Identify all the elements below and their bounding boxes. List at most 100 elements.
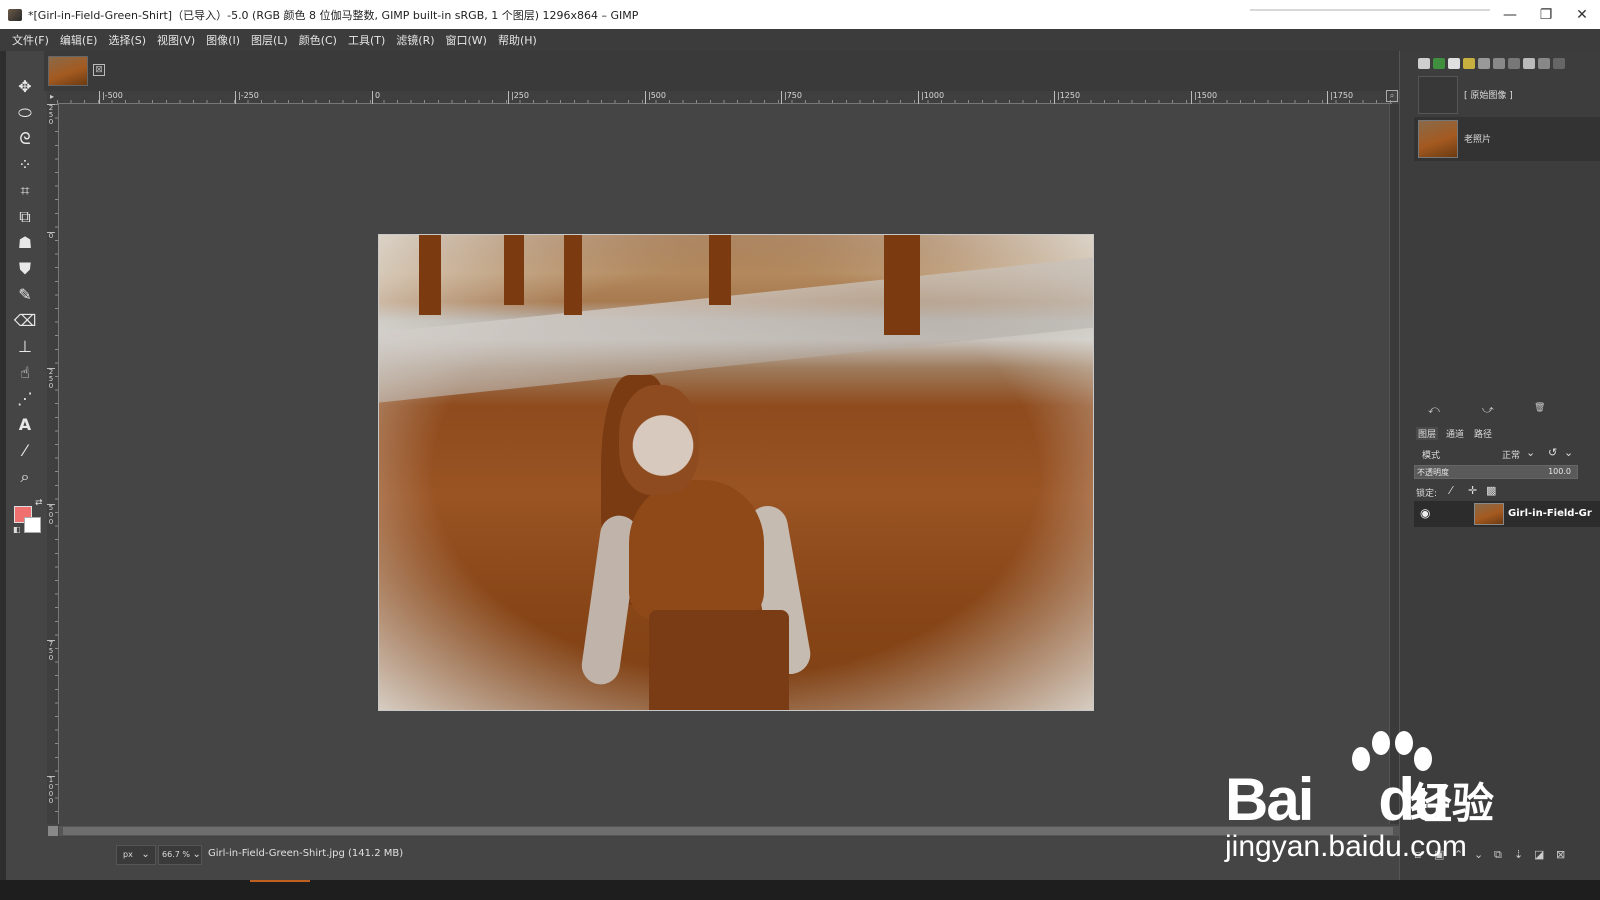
tab-layers[interactable]: 图层 bbox=[1416, 426, 1439, 440]
vertical-scrollbar[interactable] bbox=[1389, 104, 1399, 824]
chevron-down-icon[interactable]: ⌄ bbox=[1526, 446, 1535, 459]
ellipse-select-tool-icon[interactable]: ⬭ bbox=[12, 102, 38, 124]
brushes-tab-icon[interactable] bbox=[1433, 57, 1445, 69]
close-button[interactable]: ✕ bbox=[1564, 7, 1600, 23]
smudge-tool-icon[interactable]: ☝ bbox=[12, 362, 38, 384]
status-file-info: Girl-in-Field-Green-Shirt.jpg (141.2 MB) bbox=[208, 848, 404, 859]
gradients-tab-icon[interactable] bbox=[1523, 57, 1535, 69]
bucket-fill-tool-icon[interactable]: ⛊ bbox=[12, 258, 38, 280]
sepia-photo-girl-in-field[interactable] bbox=[378, 234, 1094, 711]
horizontal-scrollbar-thumb[interactable] bbox=[63, 827, 1393, 835]
reset-colors-icon[interactable]: ◧ bbox=[13, 525, 21, 534]
text-tool-icon[interactable]: A bbox=[12, 414, 38, 436]
menu-filters[interactable]: 滤镜(R) bbox=[396, 32, 434, 48]
history-label: [ 原始图像 ] bbox=[1464, 91, 1513, 101]
unit-select[interactable]: px ⌄ bbox=[116, 845, 156, 865]
menu-windows[interactable]: 窗口(W) bbox=[446, 32, 487, 48]
reset-mode-icon[interactable]: ↺ bbox=[1548, 446, 1557, 459]
layer-item[interactable]: ◉ Girl-in-Field-Gr bbox=[1414, 501, 1600, 527]
opacity-slider[interactable]: 不透明度 100.0 bbox=[1414, 465, 1578, 479]
menu-file[interactable]: 文件(F) bbox=[12, 32, 49, 48]
move-tool-icon[interactable]: ✥ bbox=[12, 76, 38, 98]
chevron-down-icon[interactable]: ⌄ bbox=[1564, 446, 1573, 459]
eraser-tool-icon[interactable]: ⌫ bbox=[12, 310, 38, 332]
warp-transform-tool-icon[interactable]: ☗ bbox=[12, 232, 38, 254]
delete-layer-icon[interactable]: ⊠ bbox=[1556, 848, 1565, 861]
ruler-corner-icon[interactable]: ▸ bbox=[47, 91, 57, 104]
fonts-tab-icon[interactable] bbox=[1448, 57, 1460, 69]
photo-tree bbox=[884, 235, 920, 335]
swap-colors-icon[interactable]: ⇄ bbox=[35, 498, 43, 508]
photo-girl-jeans bbox=[649, 610, 789, 710]
paintbrush-tool-icon[interactable]: ✎ bbox=[12, 284, 38, 306]
paint-dynamics-tab-icon[interactable] bbox=[1538, 57, 1550, 69]
mode-label: 模式 bbox=[1422, 451, 1441, 461]
tab-channels[interactable]: 通道 bbox=[1444, 427, 1466, 440]
history-thumbnail bbox=[1418, 120, 1458, 158]
menu-select[interactable]: 选择(S) bbox=[108, 32, 146, 48]
dock-tab-strip bbox=[1414, 55, 1600, 71]
unit-value: px bbox=[123, 850, 133, 859]
menu-layer[interactable]: 图层(L) bbox=[251, 32, 288, 48]
clone-tool-icon[interactable]: ⊥ bbox=[12, 336, 38, 358]
images-tab-icon[interactable] bbox=[1478, 57, 1490, 69]
lock-label: 锁定: bbox=[1416, 489, 1438, 499]
tool-options-tab-icon[interactable] bbox=[1418, 57, 1430, 69]
menu-image[interactable]: 图像(I) bbox=[206, 32, 240, 48]
history-item[interactable]: 老照片 bbox=[1414, 117, 1600, 161]
ruler-tick-label: 1 0 0 0 bbox=[47, 776, 55, 805]
watermark-brand-left: Bai bbox=[1225, 766, 1314, 833]
menu-help[interactable]: 帮助(H) bbox=[498, 32, 537, 48]
mode-select[interactable]: 正常 bbox=[1502, 448, 1520, 461]
crop-tool-icon[interactable]: ⌗ bbox=[12, 180, 38, 202]
horizontal-scrollbar[interactable] bbox=[59, 826, 1399, 836]
navigate-icon[interactable]: ⌕ bbox=[1386, 90, 1398, 102]
image-tab-close-icon[interactable]: ⊠ bbox=[93, 64, 105, 76]
photo-tree bbox=[419, 235, 441, 315]
photo-girl-shirt bbox=[629, 480, 764, 620]
lock-pixels-icon[interactable]: ⁄ bbox=[1450, 484, 1452, 497]
menu-view[interactable]: 视图(V) bbox=[157, 32, 195, 48]
fuzzy-select-tool-icon[interactable]: ⁘ bbox=[12, 154, 38, 176]
quick-mask-toggle-icon[interactable] bbox=[48, 826, 58, 836]
menu-edit[interactable]: 编辑(E) bbox=[60, 32, 98, 48]
visibility-eye-icon[interactable]: ◉ bbox=[1420, 506, 1430, 520]
photo-girl-face bbox=[619, 385, 699, 495]
zoom-value: 66.7 % bbox=[162, 850, 190, 859]
ruler-tick-label: 5 0 0 bbox=[47, 504, 55, 526]
maximize-button[interactable]: ❐ bbox=[1528, 7, 1564, 23]
paths-tool-icon[interactable]: ⋰ bbox=[12, 388, 38, 410]
mask-layer-icon[interactable]: ◪ bbox=[1534, 848, 1544, 861]
image-tab-thumbnail[interactable] bbox=[48, 56, 88, 86]
clear-history-icon[interactable]: 🗑 bbox=[1534, 403, 1545, 413]
lock-position-icon[interactable]: ✛ bbox=[1468, 484, 1477, 497]
layer-name[interactable]: Girl-in-Field-Gr bbox=[1508, 508, 1600, 519]
lock-alpha-icon[interactable]: ▩ bbox=[1486, 484, 1496, 497]
device-status-tab-icon[interactable] bbox=[1493, 57, 1505, 69]
horizontal-ruler[interactable]: |-500 |-250 0 |250 |500 |750 |1000 |1250… bbox=[57, 91, 1392, 104]
menu-tools[interactable]: 工具(T) bbox=[348, 32, 385, 48]
opacity-value: 100.0 bbox=[1548, 467, 1571, 476]
patterns-tab-icon[interactable] bbox=[1463, 57, 1475, 69]
free-select-tool-icon[interactable]: ᘓ bbox=[12, 128, 38, 150]
ruler-tick-label: 2 5 0 bbox=[47, 104, 55, 126]
color-picker-tool-icon[interactable]: ⁄ bbox=[12, 440, 38, 462]
ruler-tick-label: 0 bbox=[47, 232, 55, 240]
unified-transform-tool-icon[interactable]: ⧉ bbox=[12, 206, 38, 228]
zoom-select[interactable]: 66.7 % ⌄ bbox=[158, 845, 202, 865]
background-color-swatch[interactable] bbox=[24, 517, 41, 533]
opacity-label: 不透明度 bbox=[1417, 468, 1449, 477]
ruler-tick-label: 7 5 0 bbox=[47, 640, 55, 662]
menu-colors[interactable]: 颜色(C) bbox=[299, 32, 337, 48]
minimize-button[interactable]: — bbox=[1492, 7, 1528, 23]
history-item[interactable]: [ 原始图像 ] bbox=[1414, 73, 1600, 117]
undo-icon[interactable]: ⤺ bbox=[1428, 403, 1440, 417]
undo-history-tab-icon[interactable] bbox=[1508, 57, 1520, 69]
redo-icon[interactable]: ⤻ bbox=[1482, 403, 1494, 417]
tab-paths[interactable]: 路径 bbox=[1472, 427, 1494, 440]
vertical-ruler[interactable]: 2 5 0 0 2 5 0 5 0 0 7 5 0 1 0 0 0 bbox=[47, 104, 59, 824]
title-bar: *[Girl-in-Field-Green-Shirt]（已导入）-5.0 (R… bbox=[0, 0, 1600, 29]
zoom-tool-icon[interactable]: ⌕ bbox=[12, 466, 38, 488]
chevron-down-icon: ⌄ bbox=[141, 849, 150, 860]
configure-tab-icon[interactable] bbox=[1553, 57, 1565, 69]
